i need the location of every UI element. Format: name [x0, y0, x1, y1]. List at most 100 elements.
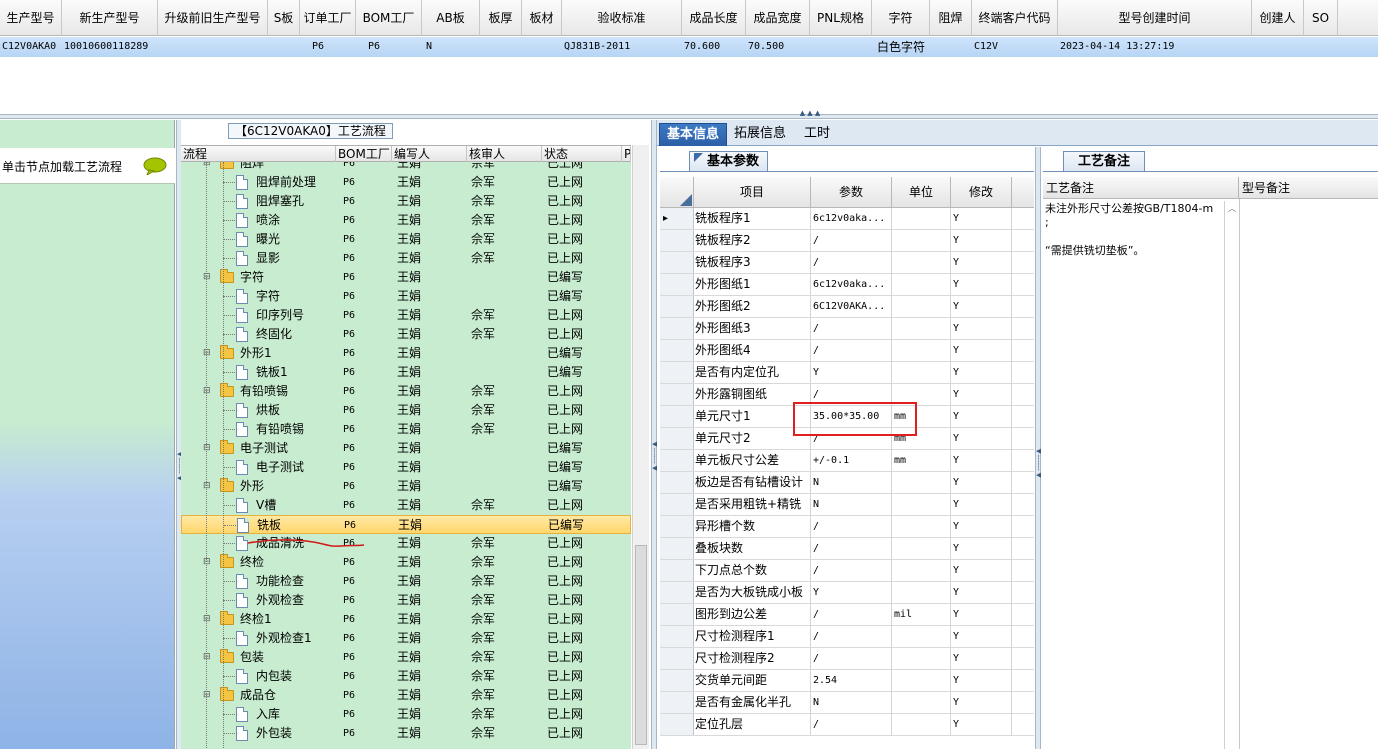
process-tree-row[interactable]: 显影 P6 王娟 佘军 已上网 — [181, 249, 631, 268]
row-header[interactable] — [660, 626, 694, 647]
param-unit[interactable] — [892, 692, 951, 713]
row-header[interactable] — [660, 318, 694, 339]
param-editable-flag[interactable]: Y — [951, 318, 1012, 339]
param-editable-flag[interactable]: Y — [951, 208, 1012, 229]
col-header-model-remark[interactable]: 型号备注 — [1239, 177, 1378, 199]
param-value[interactable]: / — [811, 230, 892, 251]
param-unit[interactable] — [892, 626, 951, 647]
col-header-unit[interactable]: 单位 — [892, 177, 951, 208]
param-row[interactable]: 图形到边公差 / mil Y — [660, 604, 1034, 626]
param-editable-flag[interactable]: Y — [951, 582, 1012, 603]
process-tree-scrollbar[interactable] — [632, 145, 649, 749]
param-row[interactable]: 单元板尺寸公差 +/-0.1 mm Y — [660, 450, 1034, 472]
process-tree-row-selected[interactable]: 铣板 P6 王娟 已编写 — [181, 515, 631, 534]
param-value[interactable]: N — [811, 692, 892, 713]
param-editable-flag[interactable]: Y — [951, 604, 1012, 625]
param-unit[interactable] — [892, 274, 951, 295]
param-row[interactable]: 铣板程序2/ Y — [660, 230, 1034, 252]
tab-work-hours[interactable]: 工时 — [797, 123, 837, 146]
model-grid-cell[interactable]: 70.600 — [682, 37, 746, 57]
process-tree-row[interactable]: 功能检查 P6 王娟 佘军 已上网 — [181, 572, 631, 591]
row-pointer-indicator[interactable]: ▸ — [660, 208, 694, 229]
process-tree-row[interactable]: 电子测试 P6 王娟 已编写 — [181, 458, 631, 477]
param-editable-flag[interactable]: Y — [951, 362, 1012, 383]
param-value[interactable]: / — [811, 318, 892, 339]
row-header[interactable] — [660, 538, 694, 559]
process-tree-row[interactable]: 外观检查1 P6 王娟 佘军 已上网 — [181, 629, 631, 648]
process-tree-row[interactable]: ⊟ 外形1 P6 王娟 已编写 — [181, 344, 631, 363]
param-unit[interactable]: mm — [892, 450, 951, 471]
param-editable-flag[interactable]: Y — [951, 274, 1012, 295]
basic-params-grid[interactable]: 项目 参数 单位 修改 ▸ 铣板程序1 6c12v0aka... Y 铣板程序2/Y 铣板… — [660, 177, 1034, 749]
param-editable-flag[interactable]: Y — [951, 560, 1012, 581]
process-tree-row[interactable]: ⊟ 终检1 P6 王娟 佘军 已上网 — [181, 610, 631, 629]
process-tree-row[interactable]: ⊟ 有铅喷锡 P6 王娟 佘军 已上网 — [181, 382, 631, 401]
param-value[interactable]: N — [811, 494, 892, 515]
model-grid-col-header[interactable]: 终端客户代码 — [972, 0, 1058, 36]
param-row[interactable]: 异形槽个数 / Y — [660, 516, 1034, 538]
model-grid-cell[interactable]: P6 — [300, 37, 356, 57]
param-unit[interactable] — [892, 494, 951, 515]
model-grid-col-header[interactable]: 升级前旧生产型号 — [158, 0, 268, 36]
model-grid-cell[interactable]: 白色字符 — [872, 37, 930, 57]
remark-scrollbar[interactable]: ︿ — [1224, 201, 1238, 749]
model-grid-col-header[interactable]: 新生产型号 — [62, 0, 158, 36]
param-unit[interactable] — [892, 472, 951, 493]
process-tree-row[interactable]: 阻焊前处理 P6 王娟 佘军 已上网 — [181, 173, 631, 192]
row-header[interactable] — [660, 582, 694, 603]
process-tree-col-header[interactable]: P — [622, 146, 631, 162]
model-grid-col-header[interactable]: 字符 — [872, 0, 930, 36]
row-header[interactable] — [660, 296, 694, 317]
param-value[interactable]: / — [811, 516, 892, 537]
process-tree-col-header[interactable]: BOM工厂 — [336, 146, 392, 162]
model-grid-col-header[interactable]: BOM工厂 — [356, 0, 422, 36]
param-unit[interactable] — [892, 362, 951, 383]
param-editable-flag[interactable]: Y — [951, 538, 1012, 559]
param-value[interactable]: 6c12v0aka... — [811, 208, 892, 229]
row-header[interactable] — [660, 406, 694, 427]
model-grid-cell[interactable] — [158, 37, 268, 57]
param-row[interactable]: 尺寸检测程序1/ Y — [660, 626, 1034, 648]
process-tree-row[interactable]: 喷涂 P6 王娟 佘军 已上网 — [181, 211, 631, 230]
process-tree-row[interactable]: ⊟ 字符 P6 王娟 已编写 — [181, 268, 631, 287]
process-tree-row[interactable]: V槽 P6 王娟 佘军 已上网 — [181, 496, 631, 515]
model-remark-text[interactable] — [1239, 199, 1378, 749]
row-header[interactable] — [660, 494, 694, 515]
process-tree-row[interactable]: 烘板 P6 王娟 佘军 已上网 — [181, 401, 631, 420]
model-grid-cell[interactable]: C12V — [972, 37, 1058, 57]
model-grid-cell[interactable] — [480, 37, 522, 57]
row-header[interactable] — [660, 252, 694, 273]
process-tree-row[interactable]: ⊟ 阻焊 P6 王娟 佘军 已上网 — [181, 162, 631, 173]
param-editable-flag[interactable]: Y — [951, 714, 1012, 735]
process-tree-row[interactable]: 入库 P6 王娟 佘军 已上网 — [181, 705, 631, 724]
process-tree-col-header[interactable]: 编写人 — [392, 146, 467, 162]
process-remark-text[interactable]: 未注外形尺寸公差按GB/T1804-m ; “需提供铣切垫板”。 — [1045, 202, 1223, 258]
param-row[interactable]: 是否有金属化半孔 N Y — [660, 692, 1034, 714]
model-grid-cell[interactable]: C12V0AKA0 — [0, 37, 62, 57]
param-value[interactable]: Y — [811, 582, 892, 603]
tab-extended-info[interactable]: 拓展信息 — [727, 123, 793, 146]
param-editable-flag[interactable]: Y — [951, 252, 1012, 273]
process-tree-row[interactable]: ⊟ 包装 P6 王娟 佘军 已上网 — [181, 648, 631, 667]
param-editable-flag[interactable]: Y — [951, 648, 1012, 669]
process-tree-row[interactable]: 字符 P6 王娟 已编写 — [181, 287, 631, 306]
left-panel-hint-bar[interactable]: 单击节点加载工艺流程 — [0, 148, 175, 184]
param-row[interactable]: 是否为大板铣成小板 Y Y — [660, 582, 1034, 604]
param-editable-flag[interactable]: Y — [951, 670, 1012, 691]
model-grid-col-header[interactable]: 阻焊 — [930, 0, 972, 36]
process-tree[interactable]: ⊟ 阻焊 P6 王娟 佘军 已上网 阻焊前处理 P6 王娟 佘军 已上网 阻焊塞孔 P6 王娟 佘军 已上网喷… — [181, 162, 631, 749]
scrollbar-thumb[interactable] — [635, 545, 647, 745]
param-unit[interactable] — [892, 648, 951, 669]
param-value[interactable]: / — [811, 252, 892, 273]
param-editable-flag[interactable]: Y — [951, 516, 1012, 537]
param-value[interactable]: 2.54 — [811, 670, 892, 691]
model-grid-col-header[interactable]: 型号创建时间 — [1058, 0, 1252, 36]
param-row[interactable]: 定位孔层 / Y — [660, 714, 1034, 736]
model-grid-cell[interactable] — [268, 37, 300, 57]
process-tree-row[interactable]: 有铅喷锡 P6 王娟 佘军 已上网 — [181, 420, 631, 439]
param-value[interactable]: / — [811, 648, 892, 669]
param-value[interactable]: / — [811, 626, 892, 647]
row-header[interactable] — [660, 362, 694, 383]
row-header[interactable] — [660, 516, 694, 537]
param-value[interactable]: / — [811, 340, 892, 361]
